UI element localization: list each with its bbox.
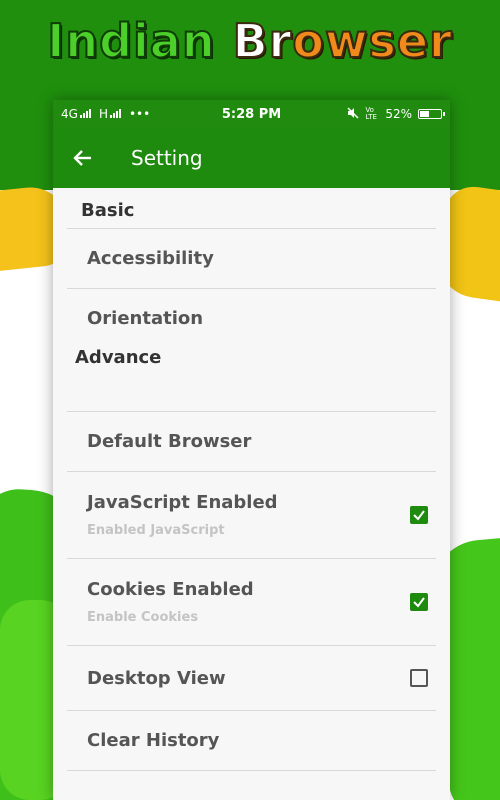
back-button[interactable] bbox=[53, 128, 113, 188]
setting-text: JavaScript Enabled Enabled JavaScript bbox=[87, 492, 410, 538]
section-header-basic: Basic bbox=[81, 200, 135, 221]
headline-word-indian: Indian bbox=[46, 13, 216, 69]
javascript-checkbox[interactable] bbox=[410, 506, 428, 524]
setting-clear-history[interactable]: Clear History bbox=[67, 711, 436, 771]
setting-text: Default Browser bbox=[87, 431, 428, 452]
battery-fill bbox=[420, 111, 429, 117]
setting-text: Cookies Enabled Enable Cookies bbox=[87, 579, 410, 625]
setting-title: Cookies Enabled bbox=[87, 579, 254, 600]
headline-part-o: o bbox=[291, 13, 325, 69]
setting-title: Clear History bbox=[87, 730, 220, 751]
section-header-advance: Advance bbox=[75, 347, 162, 368]
network-4g-label: 4G bbox=[61, 107, 91, 121]
setting-title: Desktop View bbox=[87, 667, 226, 689]
headline-word-browser: Browser bbox=[232, 13, 453, 69]
status-left: 4G H ••• bbox=[61, 107, 150, 121]
signal-bars-icon bbox=[79, 108, 91, 118]
setting-cookies-enabled[interactable]: Cookies Enabled Enable Cookies bbox=[67, 559, 436, 646]
status-bar: 4G H ••• 5:28 PM Vo LTE 52% bbox=[53, 100, 450, 128]
setting-text: Accessibility bbox=[87, 248, 428, 269]
checkmark-icon bbox=[413, 597, 425, 608]
checkmark-icon bbox=[413, 510, 425, 521]
arrow-left-icon bbox=[73, 150, 91, 166]
headline-part-br: Br bbox=[232, 13, 293, 69]
setting-default-browser[interactable]: Default Browser bbox=[67, 412, 436, 472]
settings-list: Basic Accessibility Orientation Advance … bbox=[53, 188, 450, 771]
setting-accessibility[interactable]: Accessibility bbox=[67, 229, 436, 289]
setting-title: Accessibility bbox=[87, 248, 214, 269]
promo-headline: Indian Browser bbox=[0, 13, 500, 69]
volte-icon: Vo LTE bbox=[365, 106, 377, 121]
setting-desktop-view[interactable]: Desktop View bbox=[67, 646, 436, 711]
setting-orientation[interactable]: Orientation bbox=[67, 289, 436, 347]
cookies-checkbox[interactable] bbox=[410, 593, 428, 611]
more-dots-icon: ••• bbox=[128, 107, 151, 121]
setting-subtitle: Enable Cookies bbox=[87, 610, 199, 625]
battery-percent: 52% bbox=[385, 107, 412, 121]
setting-text: Orientation bbox=[87, 308, 428, 329]
headline-part-wser: wser bbox=[324, 13, 453, 69]
setting-text: Desktop View bbox=[87, 668, 410, 689]
desktop-view-checkbox[interactable] bbox=[410, 669, 428, 687]
promo-screen: Indian Browser 4G H ••• 5:28 PM Vo LTE 5… bbox=[0, 0, 500, 800]
status-right: Vo LTE 52% bbox=[347, 106, 445, 122]
setting-title: Default Browser bbox=[87, 431, 252, 452]
setting-javascript-enabled[interactable]: JavaScript Enabled Enabled JavaScript bbox=[67, 472, 436, 559]
network-h-label: H bbox=[99, 107, 121, 121]
setting-text: Clear History bbox=[87, 730, 428, 751]
setting-title: Orientation bbox=[87, 307, 204, 329]
signal-bars-icon bbox=[109, 108, 121, 118]
app-bar: Setting bbox=[53, 128, 450, 188]
battery-icon bbox=[418, 109, 445, 119]
mute-icon bbox=[347, 106, 359, 122]
setting-title: JavaScript Enabled bbox=[87, 492, 278, 513]
setting-subtitle: Enabled JavaScript bbox=[87, 523, 225, 538]
phone-screen: 4G H ••• 5:28 PM Vo LTE 52% Setting Basi… bbox=[53, 100, 450, 800]
page-title: Setting bbox=[131, 146, 203, 170]
